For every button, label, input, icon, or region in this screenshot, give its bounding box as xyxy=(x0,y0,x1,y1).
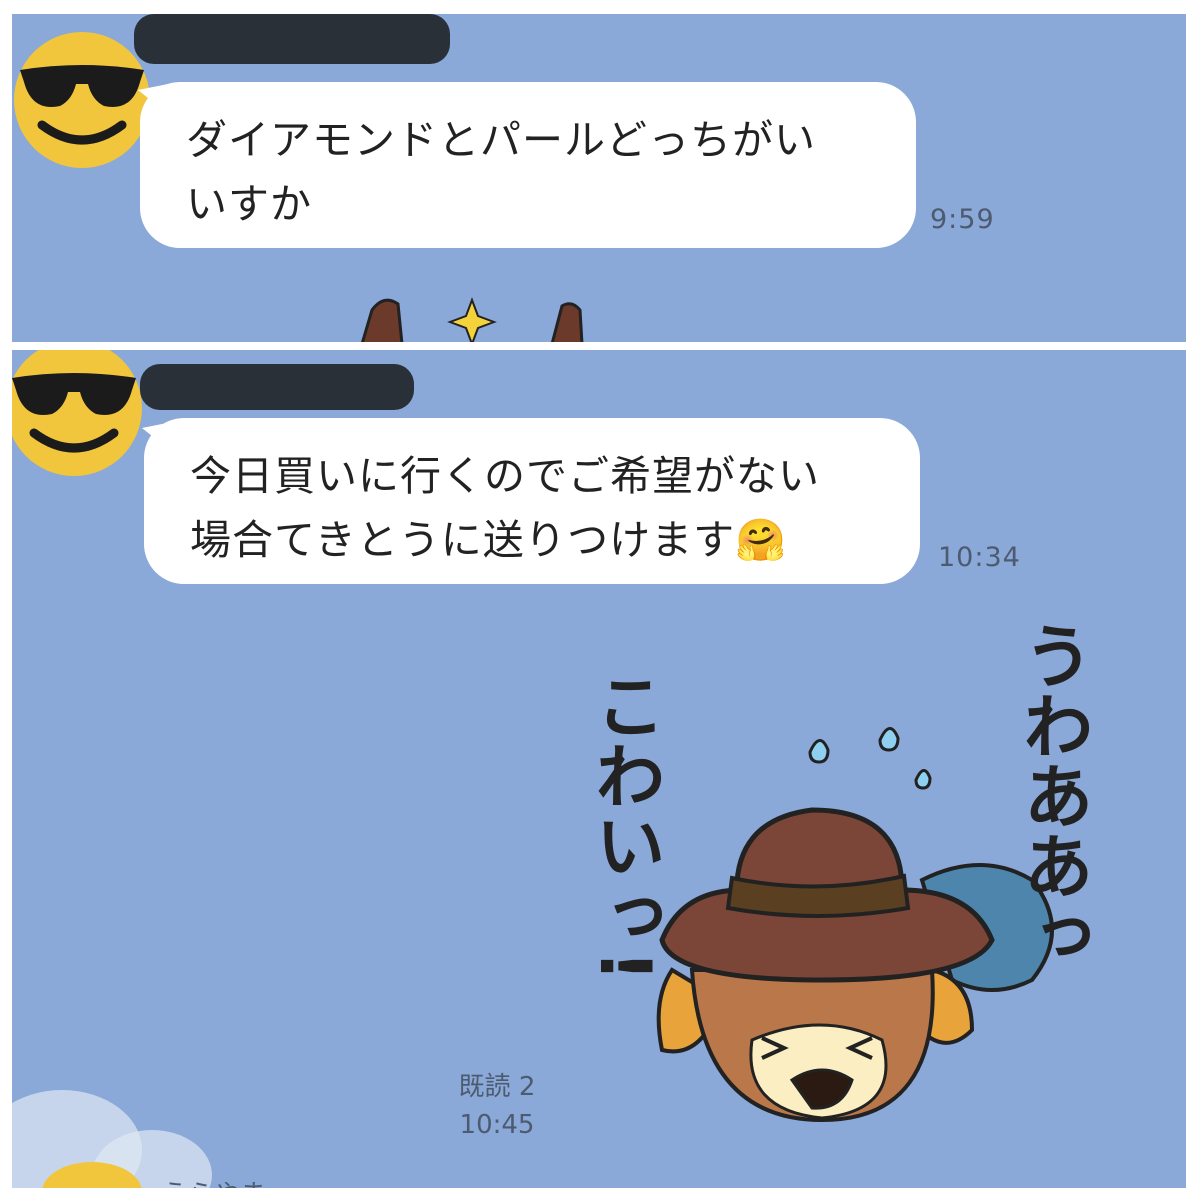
sticker-partial xyxy=(361,297,584,342)
message-time: 10:34 xyxy=(938,542,1021,573)
redacted-username xyxy=(134,14,450,64)
message-bubble[interactable]: ダイアモンドとパールどっちがい いすか xyxy=(140,82,916,248)
sunglasses-face-avatar-icon[interactable] xyxy=(12,350,144,478)
sticker[interactable]: うわああっ こわいっ! xyxy=(552,620,1112,1160)
sticker-text-right: うわああっ xyxy=(1012,620,1094,970)
message-line: 今日買いに行くのでご希望がない xyxy=(190,452,820,500)
message-line: いすか xyxy=(186,180,312,228)
message-line: ダイアモンドとパールどっちがい xyxy=(186,116,816,164)
read-receipt: 既読 2 10:45 xyxy=(452,1068,542,1144)
message-time: 9:59 xyxy=(930,204,995,235)
redacted-username xyxy=(140,364,414,410)
message-bubble[interactable]: 今日買いに行くのでご希望がない 場合てきとうに送りつけます🤗 xyxy=(144,418,920,584)
chat-screenshot-top: ダイアモンドとパールどっちがい いすか 9:59 xyxy=(12,14,1186,342)
hugging-face-emoji-icon: 🤗 xyxy=(735,516,788,564)
next-message-preview: うらやま xyxy=(162,1174,266,1188)
read-count: 既読 2 xyxy=(458,1072,536,1102)
message-line: 場合てきとうに送りつけます🤗 xyxy=(190,516,788,564)
message-time: 10:45 xyxy=(459,1110,535,1140)
sunglasses-face-avatar-icon[interactable] xyxy=(12,30,152,170)
chat-screenshot-bottom: 今日買いに行くのでご希望がない 場合てきとうに送りつけます🤗 10:34 うわあ… xyxy=(12,350,1186,1188)
sticker-text-left: こわいっ! xyxy=(584,670,666,982)
